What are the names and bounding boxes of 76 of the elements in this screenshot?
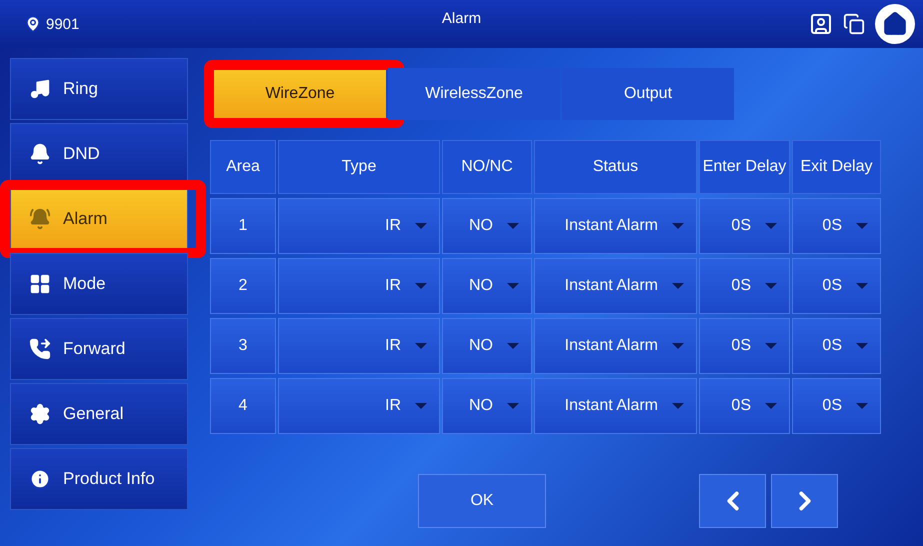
- caret-icon: [672, 403, 684, 409]
- caret-icon: [507, 403, 519, 409]
- column-header: NO/NC: [442, 140, 532, 194]
- caret-icon: [415, 343, 427, 349]
- caret-icon: [856, 343, 868, 349]
- previous-button[interactable]: [699, 474, 766, 528]
- sidebar-item[interactable]: General: [10, 383, 188, 445]
- sidebar-item[interactable]: Mode: [10, 253, 188, 315]
- dropdown[interactable]: 0S: [792, 198, 881, 254]
- dropdown[interactable]: 0S: [792, 258, 881, 314]
- caret-icon: [507, 283, 519, 289]
- caret-icon: [765, 223, 777, 229]
- caret-icon: [856, 403, 868, 409]
- dropdown[interactable]: 0S: [792, 378, 881, 434]
- ringing-bell-icon: [29, 208, 51, 230]
- tab[interactable]: Output: [562, 68, 734, 120]
- caret-icon: [672, 283, 684, 289]
- table-cell: 2: [210, 258, 276, 314]
- tab[interactable]: WireZone: [214, 68, 386, 120]
- dropdown[interactable]: Instant Alarm: [534, 378, 697, 434]
- settings-icon: [29, 403, 51, 425]
- tab[interactable]: WirelessZone: [388, 68, 560, 120]
- table-cell: 4: [210, 378, 276, 434]
- caret-icon: [415, 223, 427, 229]
- location-pin-icon: [24, 15, 42, 33]
- column-header: Status: [534, 140, 697, 194]
- column-header: Enter Delay: [699, 140, 790, 194]
- caret-icon: [856, 223, 868, 229]
- sidebar-item[interactable]: Product Info: [10, 448, 188, 510]
- caret-icon: [765, 403, 777, 409]
- dropdown[interactable]: 0S: [699, 378, 790, 434]
- info-icon: [29, 468, 51, 490]
- dropdown[interactable]: Instant Alarm: [534, 198, 697, 254]
- monitors-icon[interactable]: [843, 13, 865, 35]
- caret-icon: [507, 343, 519, 349]
- home-button[interactable]: [875, 4, 915, 44]
- dropdown[interactable]: NO: [442, 318, 532, 374]
- column-header: Type: [278, 140, 440, 194]
- dropdown[interactable]: NO: [442, 378, 532, 434]
- dropdown[interactable]: 0S: [792, 318, 881, 374]
- music-note-icon: [29, 78, 51, 100]
- dropdown[interactable]: NO: [442, 258, 532, 314]
- column-header: Exit Delay: [792, 140, 881, 194]
- caret-icon: [672, 343, 684, 349]
- table-cell: 3: [210, 318, 276, 374]
- dropdown[interactable]: IR: [278, 198, 440, 254]
- bell-icon: [29, 143, 51, 165]
- home-icon: [882, 11, 908, 37]
- room-number: 9901: [46, 16, 80, 32]
- phone-icon: [29, 338, 51, 360]
- caret-icon: [856, 283, 868, 289]
- dropdown[interactable]: NO: [442, 198, 532, 254]
- sidebar-item[interactable]: Forward: [10, 318, 188, 380]
- table-cell: 1: [210, 198, 276, 254]
- dropdown[interactable]: 0S: [699, 318, 790, 374]
- ok-button[interactable]: OK: [418, 474, 546, 528]
- caret-icon: [415, 283, 427, 289]
- contact-card-icon[interactable]: [809, 12, 833, 36]
- column-header: Area: [210, 140, 276, 194]
- dropdown[interactable]: IR: [278, 318, 440, 374]
- grid-icon: [29, 273, 51, 295]
- sidebar-item[interactable]: Alarm: [10, 188, 188, 250]
- dropdown[interactable]: IR: [278, 378, 440, 434]
- dropdown[interactable]: 0S: [699, 258, 790, 314]
- dropdown[interactable]: IR: [278, 258, 440, 314]
- caret-icon: [765, 343, 777, 349]
- caret-icon: [765, 283, 777, 289]
- caret-icon: [672, 223, 684, 229]
- dropdown[interactable]: Instant Alarm: [534, 258, 697, 314]
- caret-icon: [507, 223, 519, 229]
- dropdown[interactable]: 0S: [699, 198, 790, 254]
- sidebar-item[interactable]: Ring: [10, 58, 188, 120]
- page-title: Alarm: [442, 10, 482, 27]
- next-button[interactable]: [771, 474, 838, 528]
- dropdown[interactable]: Instant Alarm: [534, 318, 697, 374]
- caret-icon: [415, 403, 427, 409]
